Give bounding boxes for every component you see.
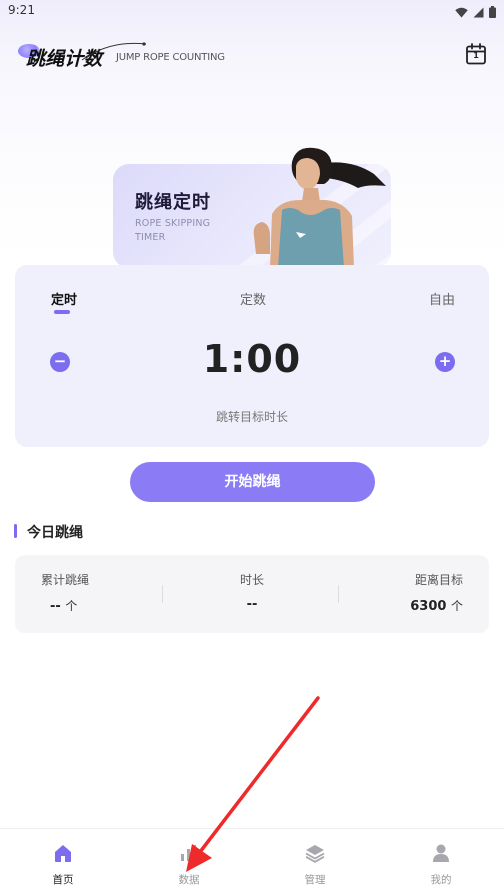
- banner-subtitle-line2: TIMER: [135, 232, 166, 243]
- mode-tab-count[interactable]: 定数: [240, 289, 266, 308]
- increase-button[interactable]: +: [435, 352, 455, 372]
- logo-subtitle: JUMP ROPE COUNTING: [116, 52, 225, 63]
- status-bar: 9:21: [0, 0, 504, 22]
- timer-card: 定时 定数 自由 − 1:00 + 跳转目标时长: [15, 265, 489, 447]
- tab-label: 我的: [430, 874, 452, 886]
- stat-number: --: [50, 599, 61, 614]
- bottom-tab-bar: 首页 数据 管理 我的: [0, 828, 504, 895]
- runner-illustration: [253, 147, 386, 268]
- tab-home[interactable]: 首页: [0, 829, 126, 895]
- annotation-arrow: [186, 696, 320, 872]
- tab-manage[interactable]: 管理: [252, 829, 378, 895]
- battery-icon: [489, 3, 496, 22]
- wifi-icon: [455, 3, 468, 22]
- stat-number: 6300: [410, 599, 447, 614]
- mode-tab-indicator: [54, 310, 70, 314]
- app-header: 跳绳计数 JUMP ROPE COUNTING 1: [0, 36, 504, 76]
- stat-label: 累计跳绳: [41, 573, 90, 587]
- stat-label: 距离目标: [414, 573, 463, 587]
- tab-label: 首页: [52, 874, 74, 886]
- stat-value: 6300 个: [313, 597, 463, 614]
- banner-subtitle-line1: ROPE SKIPPING: [135, 218, 211, 229]
- status-time: 9:21: [8, 3, 35, 17]
- timer-value: 1:00: [202, 337, 302, 381]
- stat-unit: 个: [65, 599, 78, 613]
- section-accent-bar: [14, 524, 17, 538]
- tab-label: 管理: [304, 874, 326, 886]
- stat-duration: 时长 --: [177, 571, 327, 612]
- calendar-day: 1: [473, 51, 479, 60]
- mode-tab-timed[interactable]: 定时: [51, 289, 77, 308]
- banner-title: 跳绳定时: [135, 192, 211, 213]
- home-icon: [55, 845, 71, 862]
- start-jump-button[interactable]: 开始跳绳: [130, 462, 375, 502]
- stat-value: --: [177, 597, 327, 612]
- bar-chart-icon: [181, 845, 196, 861]
- tab-profile[interactable]: 我的: [378, 829, 504, 895]
- stat-unit: 个: [450, 599, 463, 613]
- user-icon: [433, 844, 449, 862]
- stat-distance-to-goal: 距离目标 6300 个: [313, 571, 463, 614]
- tab-label: 数据: [178, 874, 200, 886]
- layers-icon: [305, 845, 325, 863]
- plus-icon: +: [438, 352, 452, 370]
- stat-value: -- 个: [41, 597, 191, 614]
- status-icons: [455, 3, 496, 22]
- stat-number: --: [246, 597, 258, 612]
- mode-tab-free[interactable]: 自由: [429, 289, 455, 308]
- stat-divider: [162, 585, 163, 603]
- stat-total-jumps: 累计跳绳 -- 个: [41, 571, 191, 614]
- stat-label: 时长: [239, 573, 264, 587]
- tab-data[interactable]: 数据: [126, 829, 252, 895]
- today-stats-card: 累计跳绳 -- 个 时长 -- 距离目标 6300 个: [15, 555, 489, 633]
- timer-hint: 跳转目标时长: [215, 410, 288, 424]
- signal-icon: [473, 3, 484, 22]
- today-section-title: 今日跳绳: [27, 525, 83, 541]
- calendar-button[interactable]: 1: [464, 42, 488, 66]
